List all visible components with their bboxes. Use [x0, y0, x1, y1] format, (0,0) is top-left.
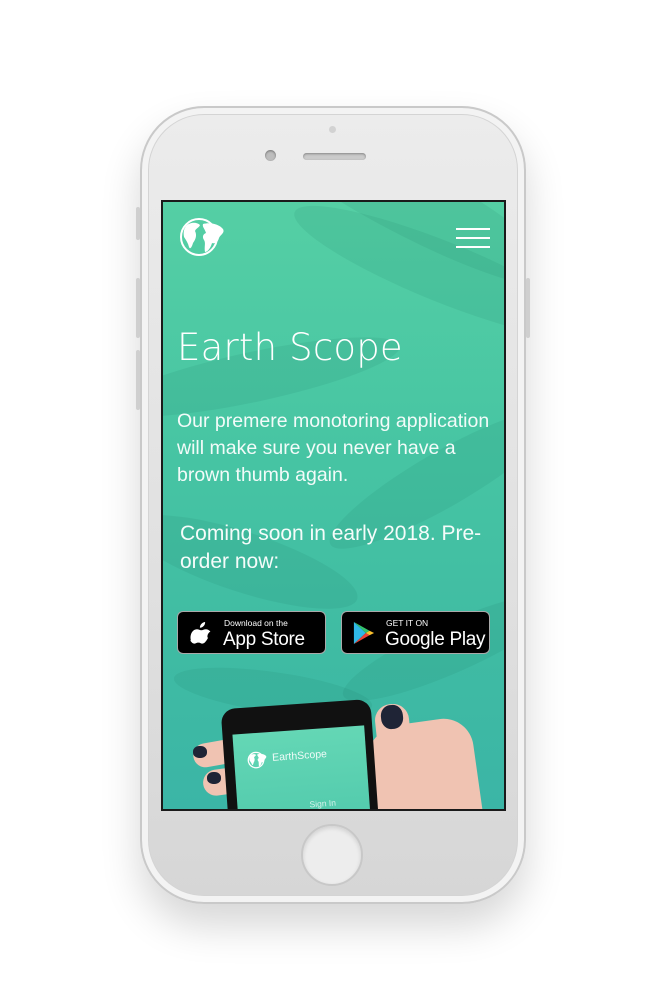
- tagline-text: Our premere monotoring application will …: [177, 410, 490, 486]
- google-play-small-label: GET IT ON: [386, 618, 429, 628]
- power-button: [526, 278, 530, 338]
- coming-soon-text: Coming soon in early 2018. Pre-order now…: [180, 522, 482, 573]
- app-screen: Earth Scope Our premere monotoring appli…: [161, 200, 506, 811]
- page-title: Earth Scope: [177, 326, 403, 369]
- mockup-signin-label: Sign In: [309, 797, 337, 810]
- home-button[interactable]: [301, 824, 363, 886]
- app-store-big-label: App Store: [223, 629, 305, 650]
- google-play-button[interactable]: GET IT ON Google Play: [341, 611, 490, 654]
- phone-mockup: EarthScope Sign In: [220, 698, 380, 810]
- globe-icon[interactable]: [177, 216, 227, 258]
- volume-up-button: [136, 278, 140, 338]
- phone-mockup-screen: EarthScope Sign In: [232, 725, 372, 810]
- earpiece-speaker: [303, 153, 366, 160]
- mute-switch: [136, 207, 140, 240]
- thumbnail: [193, 746, 207, 758]
- app-store-button[interactable]: Download on the App Store: [177, 611, 326, 654]
- play-triangle-icon: [353, 622, 375, 644]
- mockup-globe-icon: [247, 751, 267, 769]
- mockup-app-name: EarthScope: [271, 748, 328, 764]
- front-camera: [265, 150, 276, 161]
- thumbnail-lower: [207, 772, 221, 784]
- hamburger-menu-icon[interactable]: [456, 227, 490, 249]
- volume-down-button: [136, 350, 140, 410]
- google-play-big-label: Google Play: [385, 629, 486, 650]
- proximity-sensor: [329, 126, 336, 133]
- app-store-small-label: Download on the: [224, 618, 288, 628]
- apple-icon: [190, 622, 211, 644]
